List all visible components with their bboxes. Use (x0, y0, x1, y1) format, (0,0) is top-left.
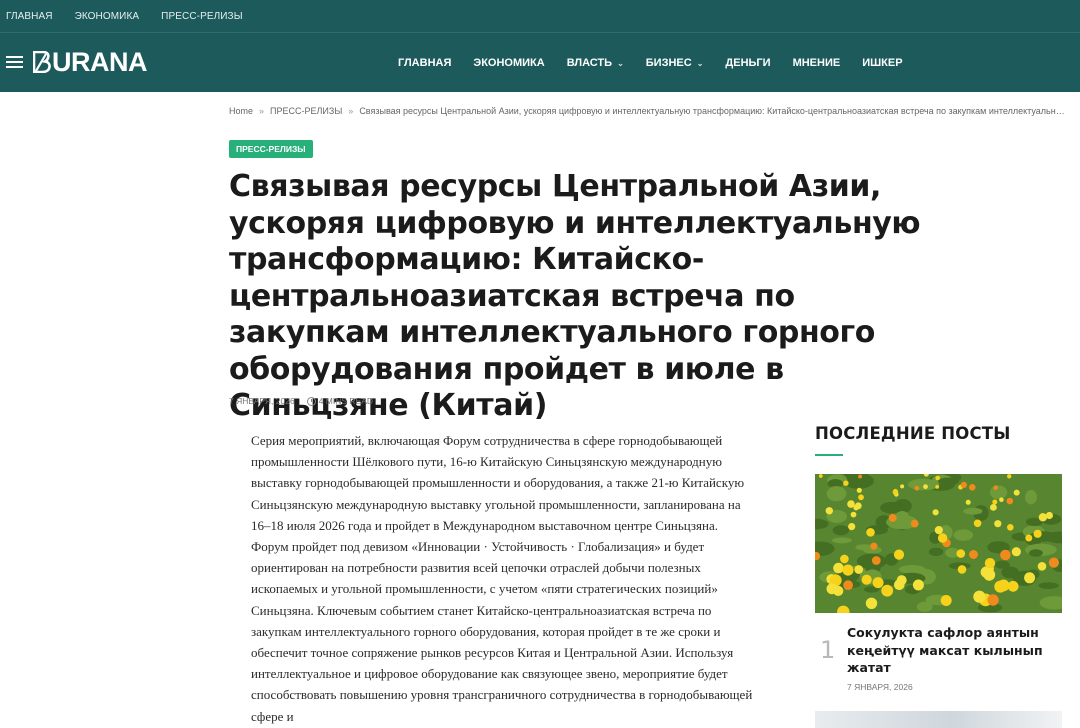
post-number: 1 (820, 636, 836, 664)
logo-text: URANA (52, 46, 148, 77)
logo-b-icon (33, 51, 51, 73)
nav-item-home[interactable]: ГЛАВНАЯ (398, 57, 451, 69)
nav-item-money[interactable]: ДЕНЬГИ (725, 57, 770, 69)
sidebar-heading-underline (815, 454, 843, 456)
article-date: 7 ЯНВАРЯ, 2026 (229, 396, 295, 406)
breadcrumb: Home » ПРЕСС-РЕЛИЗЫ » Связывая ресурсы Центр… (229, 106, 1069, 116)
menu-icon[interactable] (6, 56, 23, 69)
nav-label: ЭКОНОМИКА (473, 57, 545, 69)
category-badge[interactable]: ПРЕСС-РЕЛИЗЫ (229, 140, 313, 158)
post-thumbnail[interactable] (815, 474, 1062, 613)
article-meta: 7 ЯНВАРЯ, 2026 4 MINS READ (229, 396, 373, 406)
nav-label: ВЛАСТЬ (566, 57, 613, 69)
article-body: Серия мероприятий, включающая Форум сотр… (251, 433, 753, 724)
topbar-link-press[interactable]: ПРЕСС-РЕЛИЗЫ (161, 11, 242, 22)
chevron-down-icon: ⌄ (696, 58, 704, 68)
nav-item-ishker[interactable]: ИШКЕР (862, 57, 902, 69)
nav-label: ДЕНЬГИ (725, 57, 771, 69)
breadcrumb-current: Связывая ресурсы Центральной Азии, ускор… (359, 106, 1069, 116)
top-bar: ГЛАВНАЯ ЭКОНОМИКА ПРЕСС-РЕЛИЗЫ (0, 0, 1080, 32)
post-date: 7 ЯНВАРЯ, 2026 (847, 682, 913, 692)
topbar-link-economy[interactable]: ЭКОНОМИКА (75, 11, 140, 22)
topbar-link-home[interactable]: ГЛАВНАЯ (6, 11, 53, 22)
nav-label: ГЛАВНАЯ (398, 57, 452, 69)
chevron-down-icon: ⌄ (617, 58, 624, 68)
breadcrumb-separator: » (348, 106, 354, 116)
nav-item-opinion[interactable]: МНЕНИЕ (793, 57, 841, 69)
main-nav: ГЛАВНАЯ ЭКОНОМИКА ВЛАСТЬ ⌄ БИЗНЕС ⌄ ДЕНЬГИ… (398, 33, 925, 93)
article-title: Связывая ресурсы Центральной Азии, ускор… (229, 169, 921, 423)
sidebar-heading: ПОСЛЕДНИЕ ПОСТЫ (815, 424, 1011, 443)
read-time: 4 MINS READ (318, 396, 374, 406)
nav-item-economy[interactable]: ЭКОНОМИКА (473, 57, 544, 69)
breadcrumb-separator: » (259, 106, 265, 116)
nav-label: МНЕНИЕ (792, 57, 841, 69)
main-header: URANA ГЛАВНАЯ ЭКОНОМИКА ВЛАСТЬ ⌄ БИЗНЕС ⌄ … (0, 32, 1080, 92)
nav-item-business[interactable]: БИЗНЕС ⌄ (646, 57, 704, 69)
nav-item-power[interactable]: ВЛАСТЬ ⌄ (567, 57, 624, 69)
post-title-link[interactable]: Сокулукта сафлор аянтын кеңейтүү максат … (847, 624, 1057, 677)
safflower-field-image (815, 474, 1062, 613)
nav-label: БИЗНЕС (645, 57, 692, 69)
next-post-thumbnail[interactable] (815, 711, 1062, 728)
breadcrumb-home[interactable]: Home (229, 106, 253, 116)
site-logo[interactable]: URANA (33, 46, 148, 77)
breadcrumb-category[interactable]: ПРЕСС-РЕЛИЗЫ (270, 106, 342, 116)
clock-icon (306, 396, 316, 406)
nav-label: ИШКЕР (862, 57, 903, 69)
